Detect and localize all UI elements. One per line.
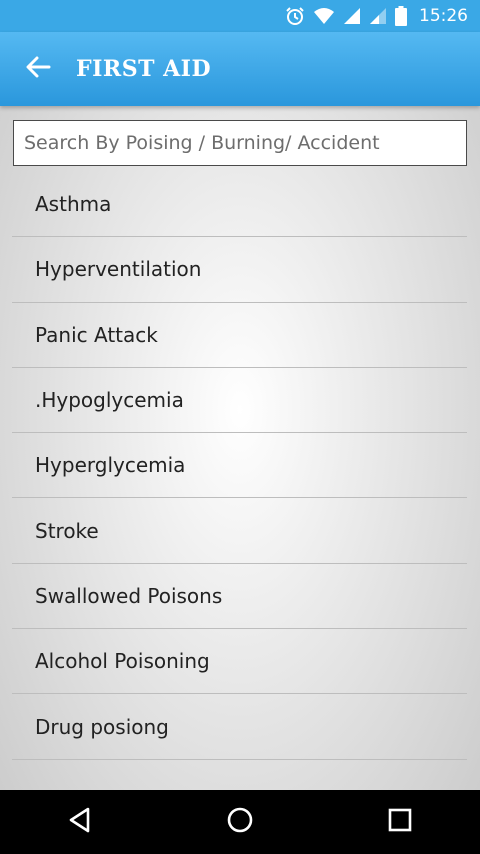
list-item-label: Swallowed Poisons <box>35 583 223 608</box>
wifi-icon <box>313 7 335 25</box>
home-circle-icon <box>226 806 254 838</box>
clock: 15:26 <box>419 6 468 26</box>
list-item-label: Alcohol Poisoning <box>35 649 210 674</box>
search-box[interactable] <box>13 120 467 166</box>
list-item-label: Stroke <box>35 518 99 543</box>
signal-weak-icon <box>369 7 387 25</box>
arrow-left-icon <box>25 56 51 82</box>
list-item-label: Hyperglycemia <box>35 453 186 478</box>
back-triangle-icon <box>68 807 92 837</box>
status-bar: 15:26 <box>0 0 480 32</box>
battery-icon <box>395 6 407 26</box>
nav-back-button[interactable] <box>40 790 120 854</box>
list-item-label: .Hypoglycemia <box>35 388 184 413</box>
list-item-label: Asthma <box>35 192 112 217</box>
list-item[interactable]: Swallowed Poisons <box>12 564 467 630</box>
page-title: FIRST AID <box>76 56 212 82</box>
app-bar: FIRST AID <box>0 32 480 106</box>
nav-recents-button[interactable] <box>360 790 440 854</box>
list-item[interactable]: Hyperglycemia <box>12 433 467 499</box>
screen: 15:26 FIRST AID Asthma Hyperventilation … <box>0 0 480 854</box>
list-item[interactable]: Asthma <box>12 172 467 238</box>
list-item[interactable]: Stroke <box>12 498 467 564</box>
list-item[interactable]: Panic Attack <box>12 303 467 368</box>
list-item-label: Panic Attack <box>35 322 158 347</box>
search-input[interactable] <box>22 131 466 155</box>
nav-home-button[interactable] <box>200 790 280 854</box>
list-item[interactable]: Drug posiong <box>12 694 467 760</box>
condition-list: Asthma Hyperventilation Panic Attack .Hy… <box>12 172 467 760</box>
list-item-label: Drug posiong <box>35 714 169 739</box>
recents-square-icon <box>388 808 412 836</box>
alarm-icon <box>285 6 305 26</box>
list-item[interactable]: Hyperventilation <box>12 237 467 303</box>
list-item-label: Hyperventilation <box>35 257 202 282</box>
back-button[interactable] <box>18 49 58 89</box>
list-item[interactable]: .Hypoglycemia <box>12 368 467 434</box>
signal-icon <box>343 7 361 25</box>
navigation-bar <box>0 790 480 854</box>
list-item[interactable]: Alcohol Poisoning <box>12 629 467 695</box>
